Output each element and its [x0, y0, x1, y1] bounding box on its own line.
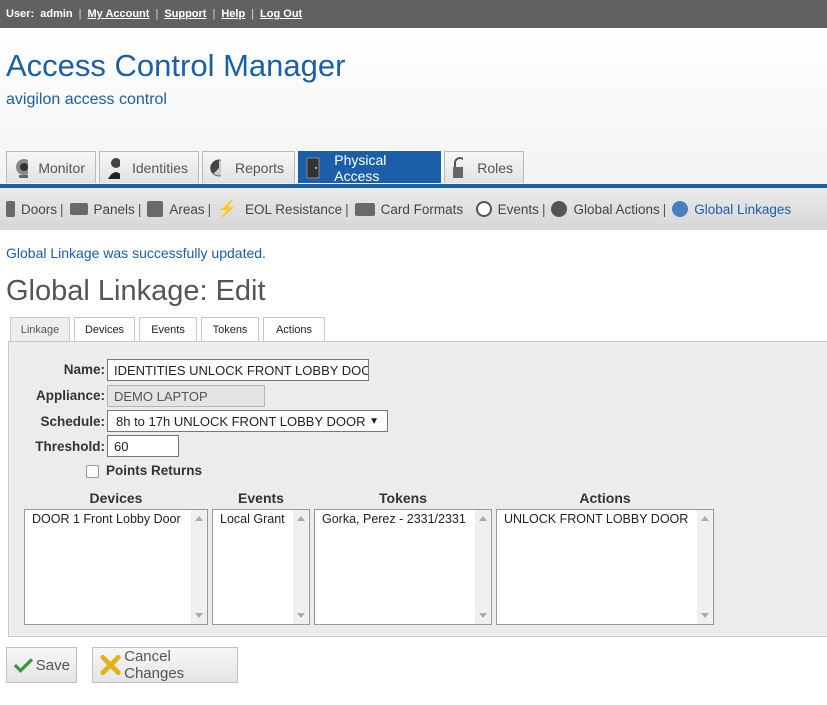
header: Access Control Manager avigilon access c…	[0, 28, 827, 186]
app-subtitle: avigilon access control	[6, 91, 167, 108]
user-name: admin	[40, 8, 73, 20]
main-tabs: Monitor Identities Reports Physical Acce…	[6, 151, 527, 184]
tokens-header: Tokens	[379, 490, 427, 506]
actions-header: Actions	[579, 490, 631, 506]
subnav-label: Global Linkages	[694, 201, 792, 217]
appliance-field: DEMO LAPTOP	[107, 385, 265, 407]
my-account-link[interactable]: My Account	[88, 8, 150, 20]
list-item[interactable]: Gorka, Perez - 2331/2331	[315, 510, 491, 528]
subnav-eol-resistance[interactable]: ⚡ EOL Resistance |	[217, 199, 354, 219]
list-item[interactable]: DOOR 1 Front Lobby Door	[25, 510, 189, 528]
tab-label: Identities	[131, 159, 188, 176]
subnav-label: Events	[497, 201, 539, 217]
door-icon	[306, 157, 320, 178]
form-tabs: Linkage Devices Events Tokens Actions	[10, 317, 329, 342]
globe-link-icon	[672, 201, 689, 217]
scrollbar[interactable]	[293, 510, 309, 624]
list-item[interactable]: UNLOCK FRONT LOBBY DOOR	[497, 510, 713, 528]
subnav-panels[interactable]: Panels |	[69, 201, 148, 217]
schedule-select[interactable]: 8h to 17h UNLOCK FRONT LOBBY DOOR ▼	[107, 410, 388, 432]
support-link[interactable]: Support	[164, 8, 206, 20]
save-button[interactable]: Save	[6, 647, 77, 683]
cancel-x-icon	[100, 654, 121, 676]
tab-monitor[interactable]: Monitor	[6, 151, 96, 183]
pie-chart-icon	[210, 159, 221, 176]
appliance-label: Appliance:	[35, 388, 105, 403]
subnav-areas[interactable]: Areas |	[147, 201, 217, 217]
subnav-events[interactable]: Events |	[475, 201, 552, 217]
globe-icon	[551, 201, 568, 217]
linkage-panel: Name: IDENTITIES UNLOCK FRONT LOBBY DOOR…	[8, 341, 827, 637]
subnav-label: EOL Resistance	[245, 201, 343, 217]
save-label: Save	[35, 656, 70, 674]
actions-list[interactable]: UNLOCK FRONT LOBBY DOOR	[496, 509, 714, 625]
tab-physical-access[interactable]: Physical Access	[298, 151, 441, 184]
threshold-label: Threshold:	[35, 439, 105, 454]
subnav-label: Card Formats	[380, 201, 464, 217]
check-icon	[13, 658, 34, 674]
tab-label: Monitor	[38, 159, 85, 176]
top-bar: User: admin | My Account | Support | Hel…	[0, 0, 827, 28]
name-input[interactable]: IDENTITIES UNLOCK FRONT LOBBY DOOR	[107, 359, 369, 381]
tab-tokens[interactable]: Tokens	[201, 317, 259, 342]
tab-label: Physical Access	[334, 151, 387, 184]
subnav-label: Areas	[169, 201, 205, 217]
areas-icon	[147, 201, 164, 217]
tab-actions[interactable]: Actions	[263, 317, 325, 342]
cancel-label: Cancel Changes	[124, 648, 185, 682]
person-icon	[108, 157, 120, 179]
clock-icon	[475, 201, 492, 217]
card-icon	[354, 202, 375, 216]
subnav-card-formats[interactable]: Card Formats|	[354, 201, 476, 217]
linkage-form: Name: IDENTITIES UNLOCK FRONT LOBBY DOOR…	[13, 346, 827, 634]
schedule-label: Schedule:	[40, 414, 105, 429]
scrollbar[interactable]	[697, 510, 713, 624]
subnav-global-actions[interactable]: Global Actions |	[551, 201, 672, 217]
tab-reports[interactable]: Reports	[202, 151, 295, 183]
points-returns-label: Points Returns	[106, 463, 203, 478]
page-title: Global Linkage: Edit	[6, 275, 266, 307]
lightning-icon: ⚡	[217, 201, 238, 218]
user-label: User:	[6, 8, 35, 20]
subnav-label: Doors	[21, 201, 58, 217]
points-returns-checkbox[interactable]	[86, 465, 99, 478]
subnav-global-linkages[interactable]: Global Linkages	[672, 201, 791, 217]
devices-list[interactable]: DOOR 1 Front Lobby Door	[24, 509, 208, 625]
name-label: Name:	[63, 362, 105, 377]
tab-label: Roles	[477, 159, 513, 176]
camera-icon	[16, 158, 29, 178]
devices-header: Devices	[89, 490, 143, 506]
logout-link[interactable]: Log Out	[260, 8, 302, 20]
door-icon	[6, 201, 15, 217]
tab-events[interactable]: Events	[139, 317, 197, 342]
chevron-down-icon: ▼	[369, 415, 379, 427]
panel-icon	[69, 203, 88, 215]
subnav-label: Global Actions	[573, 201, 660, 217]
success-message: Global Linkage was successfully updated.	[6, 245, 266, 261]
schedule-value: 8h to 17h UNLOCK FRONT LOBBY DOOR	[116, 413, 366, 429]
tokens-list[interactable]: Gorka, Perez - 2331/2331	[314, 509, 492, 625]
events-list[interactable]: Local Grant	[212, 509, 310, 625]
events-header: Events	[238, 490, 284, 506]
tab-devices[interactable]: Devices	[74, 317, 135, 342]
threshold-input[interactable]: 60	[107, 435, 179, 457]
sub-nav: Doors | Panels | Areas | ⚡ EOL Resistance | C…	[0, 188, 827, 230]
subnav-doors[interactable]: Doors |	[6, 201, 70, 217]
tab-label: Reports	[234, 159, 284, 176]
scrollbar[interactable]	[475, 510, 491, 624]
tab-roles[interactable]: Roles	[444, 151, 524, 183]
tab-identities[interactable]: Identities	[99, 151, 199, 183]
cancel-changes-button[interactable]: Cancel Changes	[92, 647, 238, 683]
help-link[interactable]: Help	[221, 8, 245, 20]
tab-linkage[interactable]: Linkage	[10, 317, 70, 342]
lock-icon	[453, 156, 464, 178]
subnav-label: Panels	[93, 201, 135, 217]
app-title: Access Control Manager	[6, 48, 346, 83]
scrollbar[interactable]	[191, 510, 207, 624]
